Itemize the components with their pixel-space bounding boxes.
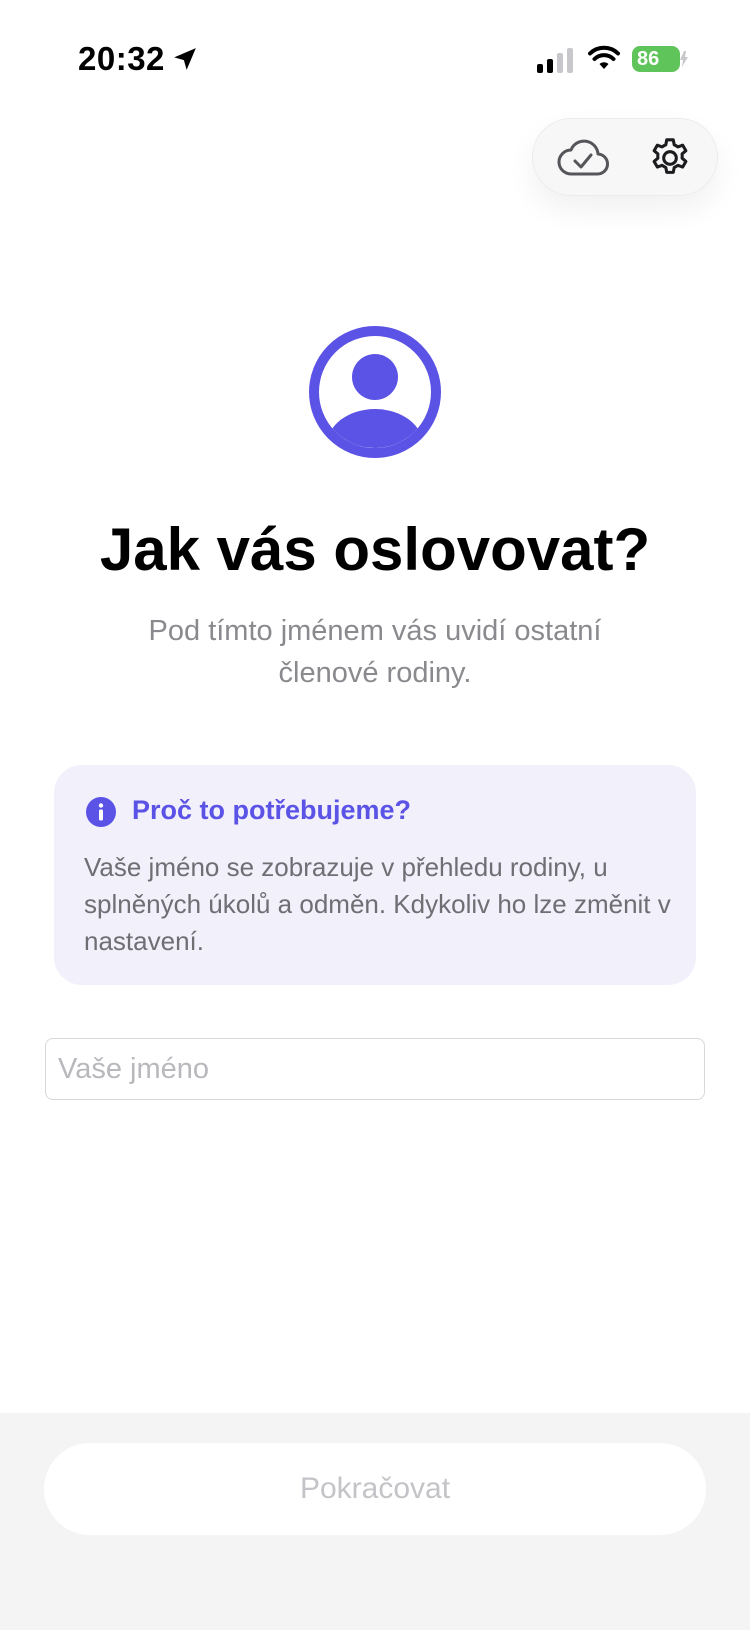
info-card-text: Vaše jméno se zobrazuje v přehledu rodin…	[84, 852, 671, 956]
top-actions	[532, 118, 718, 196]
bottom-bar: Pokračovat	[0, 1413, 750, 1630]
person-circle-icon	[309, 326, 441, 458]
cloud-sync-button[interactable]	[547, 131, 619, 185]
status-time: 20:32	[78, 40, 165, 77]
cloud-check-icon	[557, 139, 609, 176]
status-bar: 20:32 86	[0, 0, 750, 120]
location-arrow-icon	[174, 48, 196, 70]
info-card: Proč to potřebujeme? Vaše jméno se zobra…	[54, 765, 696, 985]
wifi-icon	[588, 45, 620, 69]
page-title: Jak vás oslovovat?	[99, 516, 651, 583]
settings-button[interactable]	[641, 129, 699, 187]
page-subtitle: Pod tímto jménem vás uvidí ostatní členo…	[148, 615, 602, 689]
info-card-title: Proč to potřebujeme?	[132, 795, 412, 825]
cellular-signal-icon	[537, 48, 573, 73]
battery-level: 86	[637, 47, 660, 70]
battery-indicator: 86	[632, 46, 680, 72]
gear-icon	[652, 138, 688, 174]
name-input[interactable]	[45, 1038, 705, 1100]
continue-button[interactable]: Pokračovat	[44, 1443, 706, 1535]
battery-charging-icon	[680, 51, 688, 67]
info-icon	[86, 797, 116, 827]
onboarding-screen: 20:32 86 Jak vás oslovovat? Pod tímto jm…	[0, 0, 750, 1630]
